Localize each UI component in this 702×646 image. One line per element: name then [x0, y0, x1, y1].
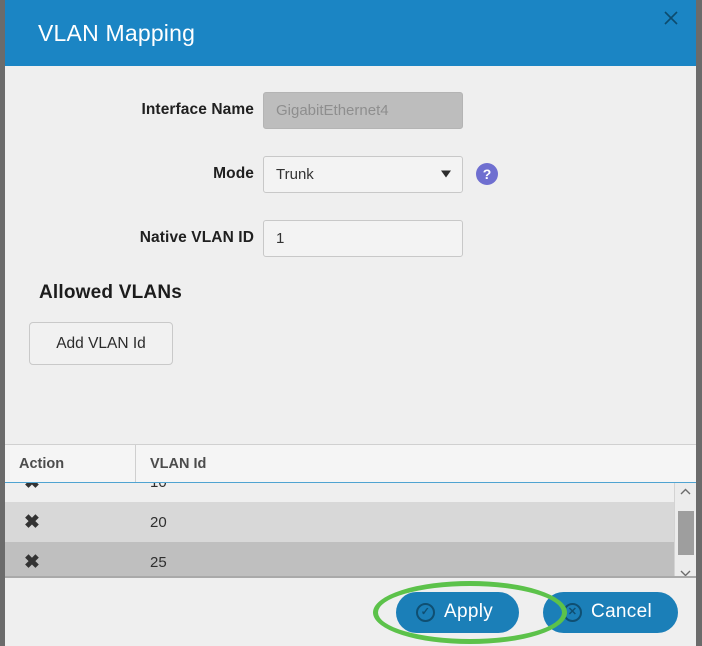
check-circle-icon: ✓	[416, 602, 436, 622]
dialog-body: Interface Name Mode Trunk ? Native VLAN …	[5, 66, 696, 576]
mode-label: Mode	[213, 165, 254, 182]
mode-select[interactable]: Trunk	[263, 155, 463, 193]
allowed-vlans-title: Allowed VLANs	[39, 282, 183, 303]
interface-name-row: Interface Name	[5, 88, 696, 132]
interface-name-input	[263, 91, 463, 129]
close-icon[interactable]	[659, 6, 683, 30]
grid-scrollbar[interactable]	[674, 483, 696, 576]
native-vlan-row: Native VLAN ID	[5, 216, 696, 260]
cell-vlan-id: 25	[150, 553, 167, 571]
interface-name-control	[263, 91, 463, 129]
allowed-vlans-grid: Action VLAN Id ✖ 10 ✖ 20 ✖ 25	[5, 444, 696, 576]
dialog-footer: ✓ Apply ✕ Cancel	[5, 576, 696, 646]
column-header-action: Action	[5, 445, 136, 482]
close-circle-icon: ✕	[563, 602, 583, 622]
delete-row-icon[interactable]: ✖	[5, 483, 136, 492]
apply-button[interactable]: ✓ Apply	[396, 591, 520, 633]
add-vlan-id-button[interactable]: Add VLAN Id	[29, 322, 173, 365]
grid-scroll-area: ✖ 10 ✖ 20 ✖ 25	[5, 483, 696, 576]
scroll-down-icon[interactable]	[675, 564, 696, 576]
table-row[interactable]: ✖ 20	[5, 502, 674, 542]
column-header-vlan-id: VLAN Id	[150, 455, 207, 472]
cell-vlan-id: 20	[150, 513, 167, 531]
page-right-edge	[696, 0, 702, 646]
scrollbar-thumb[interactable]	[678, 511, 694, 555]
vlan-mapping-dialog: VLAN Mapping Interface Name Mode Trunk	[5, 0, 696, 646]
mode-control: Trunk ?	[263, 155, 498, 193]
dialog-title: VLAN Mapping	[38, 20, 196, 46]
apply-button-wrapper: ✓ Apply	[373, 580, 568, 644]
grid-rows: ✖ 10 ✖ 20 ✖ 25	[5, 483, 674, 576]
native-vlan-control	[263, 219, 463, 257]
cancel-button[interactable]: ✕ Cancel	[543, 591, 678, 633]
mode-row: Mode Trunk ?	[5, 152, 696, 196]
scroll-up-icon[interactable]	[675, 483, 696, 501]
native-vlan-label: Native VLAN ID	[139, 229, 254, 246]
table-row[interactable]: ✖ 10	[5, 483, 674, 502]
dialog-header: VLAN Mapping	[5, 0, 696, 66]
interface-name-label: Interface Name	[141, 101, 254, 118]
help-icon[interactable]: ?	[476, 163, 498, 185]
delete-row-icon[interactable]: ✖	[5, 553, 136, 572]
cancel-button-label: Cancel	[591, 601, 652, 622]
grid-header-row: Action VLAN Id	[5, 444, 696, 483]
chevron-down-icon	[441, 170, 451, 178]
native-vlan-input[interactable]	[263, 219, 463, 257]
table-row[interactable]: ✖ 25	[5, 542, 674, 576]
apply-button-label: Apply	[444, 601, 494, 622]
mode-select-value: Trunk	[276, 165, 314, 183]
delete-row-icon[interactable]: ✖	[5, 513, 136, 532]
cell-vlan-id: 10	[136, 483, 674, 491]
